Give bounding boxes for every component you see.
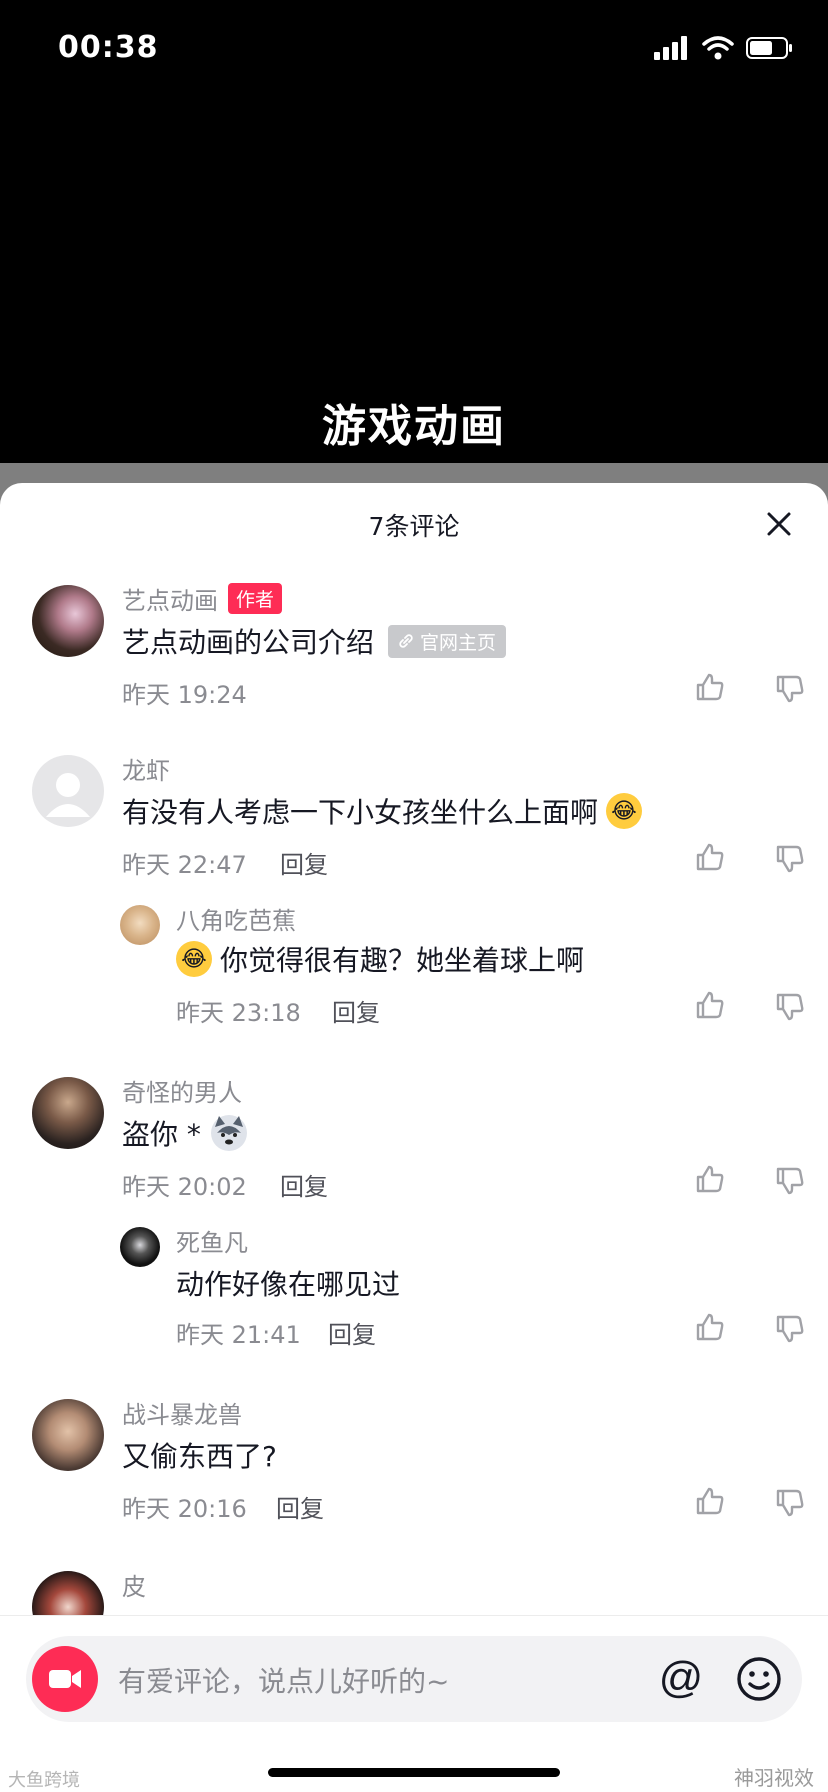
- avatar[interactable]: [120, 905, 160, 945]
- laugh-cry-emoji-icon: 😂: [606, 793, 643, 829]
- comment-author[interactable]: 死鱼凡: [176, 1223, 248, 1258]
- avatar[interactable]: [32, 585, 104, 657]
- site-link-label: 官网主页: [420, 631, 497, 654]
- emoji-button[interactable]: [732, 1652, 786, 1706]
- wifi-icon: [702, 36, 734, 60]
- reply-button[interactable]: 回复: [280, 845, 328, 880]
- battery-icon: [746, 37, 792, 59]
- signal-icon: [654, 36, 687, 60]
- comment-time: 昨天 20:16: [122, 1495, 247, 1523]
- avatar[interactable]: [32, 755, 104, 827]
- avatar[interactable]: [32, 1571, 104, 1615]
- comment-time: 昨天 22:47: [122, 851, 247, 879]
- thumbs-down-icon[interactable]: [774, 1165, 806, 1197]
- comment-item: 龙虾 有没有人考虑一下小女孩坐什么上面啊 😂 昨天 22:47 回复: [0, 753, 828, 883]
- at-symbol: @: [659, 1653, 704, 1702]
- video-camera-icon: [49, 1670, 81, 1688]
- comment-author[interactable]: 龙虾: [122, 751, 170, 786]
- mention-button[interactable]: @: [654, 1652, 708, 1706]
- home-indicator[interactable]: [268, 1768, 560, 1777]
- camera-button[interactable]: [32, 1646, 98, 1712]
- comment-author[interactable]: 奇怪的男人: [122, 1073, 242, 1108]
- thumbs-down-icon[interactable]: [774, 843, 806, 875]
- comment-item: 战斗暴龙兽 又偷东西了? 昨天 20:16 回复: [0, 1397, 828, 1527]
- comment-text: 盗你 *: [122, 1113, 249, 1153]
- status-icons: [654, 36, 794, 60]
- smiley-icon: [737, 1657, 781, 1701]
- comment-body: 盗你 *: [122, 1118, 201, 1151]
- comment-input-bar: 有爱评论，说点儿好听的~ @ 大鱼跨境 神羽视效: [0, 1615, 828, 1792]
- reply-item: 死鱼凡 动作好像在哪见过 昨天 21:41 回复: [0, 1225, 828, 1355]
- video-player[interactable]: 游戏动画: [0, 100, 828, 463]
- video-caption: 游戏动画: [322, 401, 506, 452]
- reply-button[interactable]: 回复: [280, 1167, 328, 1202]
- comment-item: 皮: [0, 1569, 828, 1615]
- reply-item: 八角吃芭蕉 😂 你觉得很有趣？她坐着球上啊 昨天 23:18 回复: [0, 903, 828, 1033]
- watermark-right: 神羽视效: [734, 1766, 814, 1790]
- thumbs-up-icon[interactable]: [694, 1485, 726, 1517]
- avatar[interactable]: [32, 1077, 104, 1149]
- comment-time: 昨天 19:24: [122, 681, 247, 709]
- comment-body: 艺点动画的公司介绍: [122, 626, 375, 659]
- author-name: 艺点动画: [122, 587, 218, 615]
- comment-body: 你觉得很有趣？她坐着球上啊: [220, 944, 585, 977]
- comment-text: 动作好像在哪见过: [176, 1263, 400, 1303]
- thumbs-down-icon[interactable]: [774, 1313, 806, 1345]
- comment-author[interactable]: 八角吃芭蕉: [176, 901, 296, 936]
- laugh-cry-emoji-icon: 😂: [176, 941, 212, 977]
- link-icon: [399, 634, 413, 648]
- comment-item: 艺点动画 作者 艺点动画的公司介绍 官网主页 昨天 19:24: [0, 583, 828, 713]
- site-link-tag[interactable]: 官网主页: [388, 624, 507, 658]
- sheet-header: 7条评论: [0, 483, 828, 565]
- comment-text: 艺点动画的公司介绍 官网主页: [122, 621, 507, 661]
- close-button[interactable]: [760, 505, 798, 543]
- comment-body: 又偷东西了?: [122, 1440, 277, 1473]
- avatar[interactable]: [32, 1399, 104, 1471]
- comment-input-placeholder: 有爱评论，说点儿好听的~: [118, 1665, 450, 1698]
- comment-text: 有没有人考虑一下小女孩坐什么上面啊 😂: [122, 791, 643, 831]
- thumbs-up-icon[interactable]: [694, 841, 726, 873]
- comment-author[interactable]: 战斗暴龙兽: [122, 1395, 242, 1430]
- thumbs-down-icon[interactable]: [774, 991, 806, 1023]
- reply-button[interactable]: 回复: [328, 1315, 376, 1350]
- comment-body: 有没有人考虑一下小女孩坐什么上面啊: [122, 796, 599, 829]
- reply-button[interactable]: 回复: [276, 1489, 324, 1524]
- status-time: 00:38: [58, 30, 159, 65]
- reply-button[interactable]: 回复: [332, 993, 380, 1028]
- husky-emoji-icon: [210, 1115, 247, 1151]
- thumbs-up-icon[interactable]: [694, 989, 726, 1021]
- thumbs-down-icon[interactable]: [774, 1487, 806, 1519]
- watermark-left: 大鱼跨境: [8, 1770, 80, 1791]
- thumbs-down-icon[interactable]: [774, 673, 806, 705]
- comment-count-title: 7条评论: [368, 512, 460, 541]
- comment-time: 昨天 20:02: [122, 1173, 247, 1201]
- status-bar: 00:38: [0, 0, 828, 100]
- comment-time: 昨天 23:18: [176, 999, 301, 1027]
- comment-time: 昨天 21:41: [176, 1321, 301, 1349]
- comment-sheet: 7条评论 艺点动画作者 艺点动画的公司介绍 官网主页 昨天 19:24 龙虾: [0, 483, 828, 1792]
- default-avatar-icon: [46, 773, 90, 817]
- comment-text: 😂 你觉得很有趣？她坐着球上啊: [176, 939, 584, 979]
- author-badge: 作者: [228, 583, 283, 614]
- comment-author[interactable]: 皮: [122, 1569, 146, 1602]
- avatar[interactable]: [120, 1227, 160, 1267]
- thumbs-up-icon[interactable]: [694, 1163, 726, 1195]
- at-icon: @: [659, 1653, 704, 1702]
- thumbs-up-icon[interactable]: [694, 1311, 726, 1343]
- comment-author[interactable]: 艺点动画 作者: [122, 581, 283, 616]
- comment-item: 奇怪的男人 盗你 * 昨天 20:02 回复: [0, 1075, 828, 1205]
- comment-body: 动作好像在哪见过: [176, 1268, 401, 1301]
- close-icon: [767, 512, 791, 536]
- comment-input[interactable]: 有爱评论，说点儿好听的~ @: [26, 1636, 802, 1722]
- comment-text: 又偷东西了?: [122, 1435, 277, 1475]
- thumbs-up-icon[interactable]: [694, 671, 726, 703]
